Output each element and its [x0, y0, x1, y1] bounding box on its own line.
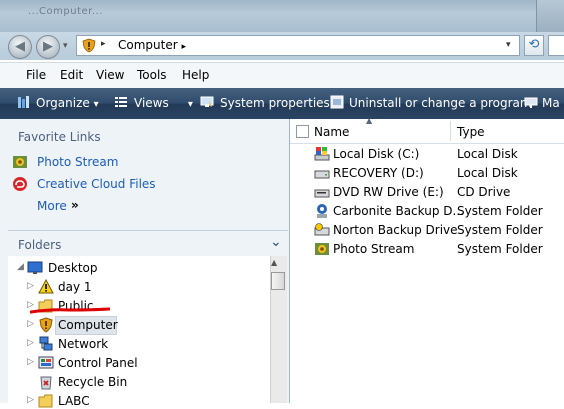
uninstall-program-button[interactable]: Uninstall or change a program [349, 96, 532, 110]
photo-stream-icon [13, 156, 27, 168]
row-name-dvd-rw-drive-e[interactable]: DVD RW Drive (E:) [333, 185, 444, 199]
recycle-bin-icon [40, 376, 52, 390]
tree-label: LABC [58, 394, 90, 408]
select-all-checkbox[interactable] [296, 125, 309, 138]
favorite-links-header: Favorite Links [18, 130, 101, 144]
system-drive-icon [314, 147, 330, 161]
row-name-carbonite-backup[interactable]: Carbonite Backup D... [333, 204, 464, 218]
tree-label: Computer [58, 318, 118, 332]
organize-label: Organize [36, 96, 90, 110]
expand-arrow-icon[interactable]: ▷ [27, 319, 34, 329]
menu-help[interactable]: Help [182, 68, 209, 82]
network-icon [39, 336, 53, 351]
more-chevron-icon[interactable]: » [71, 198, 79, 212]
scrollbar-thumb[interactable] [271, 272, 285, 290]
row-type: Local Disk [457, 147, 518, 161]
tree-label: Network [58, 337, 109, 351]
fav-link-creative-cloud[interactable]: Creative Cloud Files [37, 177, 156, 191]
forward-button[interactable]: ▶ [36, 35, 60, 59]
row-type: CD Drive [457, 185, 511, 199]
tree-label: Desktop [48, 261, 98, 275]
breadcrumb-separator[interactable]: ▸ [101, 39, 106, 49]
row-type: System Folder [457, 242, 543, 256]
tree-label: Control Panel [58, 356, 138, 370]
folders-header[interactable]: Folders [18, 238, 61, 252]
window-controls[interactable] [536, 0, 564, 32]
search-input[interactable] [548, 35, 564, 56]
views-dropdown-icon: ▾ [187, 99, 193, 110]
row-type: System Folder [457, 223, 543, 237]
views-label: Views [134, 96, 169, 110]
uninstall-program-icon [330, 95, 344, 109]
system-properties-icon [200, 96, 214, 107]
column-header-type[interactable]: Type [457, 125, 485, 139]
pane-divider [8, 230, 288, 231]
menu-view[interactable]: View [96, 68, 124, 82]
breadcrumb-arrow-icon[interactable]: ▸ [181, 42, 186, 52]
row-name-photo-stream[interactable]: Photo Stream [333, 242, 414, 256]
refresh-button[interactable]: ⟲ [524, 35, 544, 56]
warning-icon [38, 279, 54, 294]
map-network-drive-icon [524, 97, 538, 108]
dvd-drive-icon [314, 189, 330, 198]
menu-bar [0, 62, 564, 88]
more-links-button[interactable]: More [37, 199, 67, 213]
back-button[interactable]: ◀ [8, 35, 32, 59]
address-dropdown[interactable]: ▾ [506, 40, 511, 50]
organize-dropdown-icon: ▾ [93, 99, 99, 110]
scroll-up-arrow-icon[interactable]: ▲ [271, 258, 277, 267]
row-type: System Folder [457, 204, 543, 218]
recent-pages-dropdown[interactable]: ▾ [63, 41, 68, 51]
shield-icon [39, 317, 53, 333]
row-name-local-disk-c[interactable]: Local Disk (C:) [333, 147, 419, 161]
folders-collapse-icon[interactable]: ⌄ [270, 234, 282, 250]
desktop-icon [27, 261, 43, 274]
norton-icon [314, 223, 330, 236]
row-name-recovery-d[interactable]: RECOVERY (D:) [333, 166, 424, 180]
views-icon [115, 97, 127, 107]
creative-cloud-icon [13, 177, 27, 191]
expand-arrow-icon[interactable]: ▷ [27, 338, 34, 348]
sort-ascending-icon: ▲ [366, 116, 373, 125]
carbonite-icon [317, 204, 327, 218]
breadcrumb-computer[interactable]: Computer ▸ [118, 38, 186, 52]
folder-icon [38, 394, 53, 408]
organize-icon [18, 96, 29, 108]
menu-file[interactable]: File [26, 68, 46, 82]
fav-link-photo-stream[interactable]: Photo Stream [37, 155, 118, 169]
file-list [290, 119, 564, 403]
collapse-arrow-icon[interactable]: ◢ [17, 262, 24, 272]
computer-shield-icon [82, 38, 96, 53]
tree-label: day 1 [58, 280, 92, 294]
expand-arrow-icon[interactable]: ▷ [27, 395, 34, 405]
window-title: ...Computer... [28, 6, 103, 17]
views-button[interactable]: Views ▾ [134, 96, 193, 110]
expand-arrow-icon[interactable]: ▷ [27, 281, 34, 291]
system-properties-button[interactable]: System properties [220, 96, 330, 110]
row-type: Local Disk [457, 166, 518, 180]
column-divider[interactable] [450, 121, 451, 141]
organize-button[interactable]: Organize ▾ [36, 96, 99, 110]
menu-tools[interactable]: Tools [137, 68, 167, 82]
map-network-drive-button[interactable]: Ma [542, 96, 560, 110]
tree-label: Recycle Bin [58, 375, 128, 389]
row-name-norton-backup-drive[interactable]: Norton Backup Drive [333, 223, 458, 237]
photo-stream-icon [315, 243, 329, 255]
drive-icon [314, 170, 330, 179]
column-header-name[interactable]: Name [314, 125, 349, 139]
expand-arrow-icon[interactable]: ▷ [27, 357, 34, 367]
breadcrumb-label: Computer [118, 38, 178, 52]
menu-edit[interactable]: Edit [60, 68, 83, 82]
red-annotation-underline [30, 307, 110, 314]
control-panel-icon [38, 356, 54, 369]
